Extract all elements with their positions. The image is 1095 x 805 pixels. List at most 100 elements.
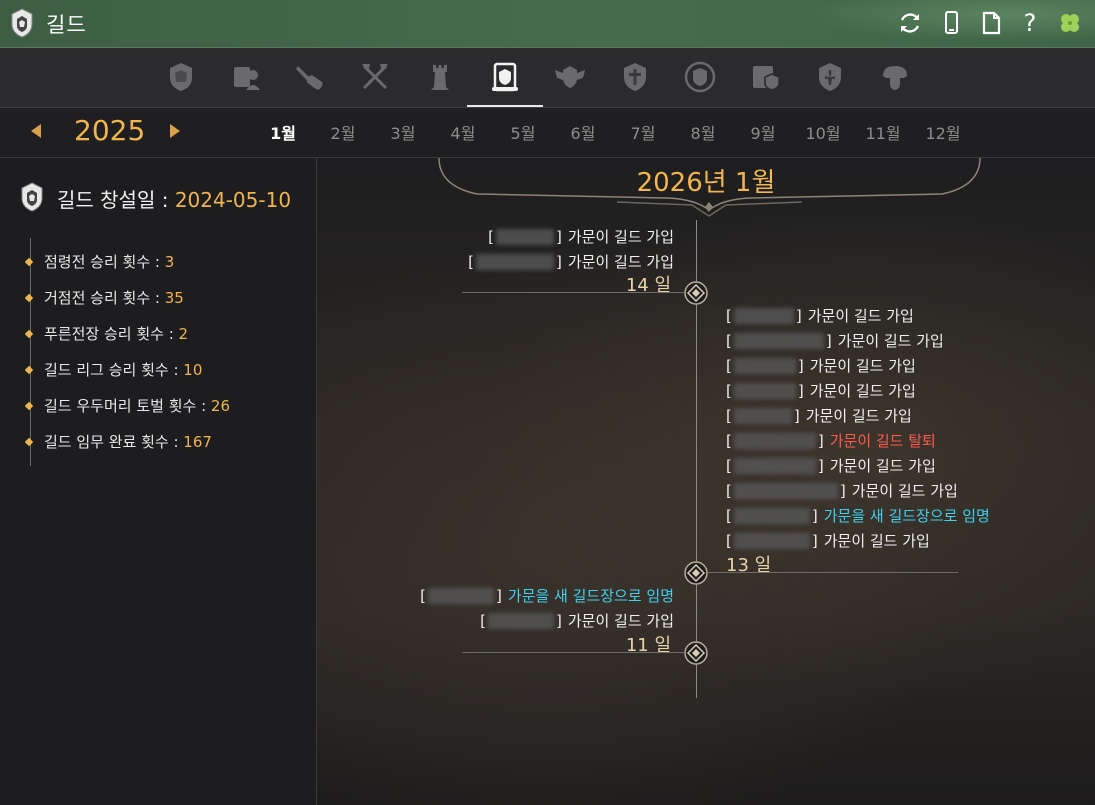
- category-tab-bar: [0, 48, 1095, 108]
- help-button[interactable]: ?: [1016, 9, 1044, 37]
- refresh-button[interactable]: [896, 9, 924, 37]
- bracket: [: [726, 381, 732, 400]
- bracket: ]: [556, 227, 562, 246]
- history-entry: [] 가문을 새 길드장으로 임명: [420, 585, 674, 606]
- guild-stat-label: 푸른전장 승리 횟수 :: [44, 325, 179, 343]
- window-title: 길드: [46, 13, 87, 37]
- month-tab-3[interactable]: 3월: [373, 120, 433, 144]
- timeline-day-divider: [462, 292, 684, 293]
- year-label: 2025: [74, 114, 146, 147]
- document-button[interactable]: [977, 9, 1005, 37]
- next-year-button[interactable]: [170, 124, 180, 138]
- bullet-icon: [24, 329, 34, 339]
- month-tab-6[interactable]: 6월: [553, 120, 613, 144]
- tab-boss[interactable]: [870, 54, 920, 100]
- mobile-button[interactable]: [937, 9, 965, 37]
- history-entry: [] 가문이 길드 가입: [726, 355, 916, 376]
- guild-stat-item: 길드 리그 승리 횟수 : 10: [24, 359, 203, 380]
- history-entry-text: 가문이 길드 가입: [567, 612, 674, 630]
- previous-year-button[interactable]: [31, 124, 41, 138]
- bracket: [: [726, 331, 732, 350]
- guild-emblem-icon: [21, 182, 43, 212]
- redacted-family-name: [733, 382, 796, 399]
- bracket: [: [726, 306, 732, 325]
- month-tab-2[interactable]: 2월: [313, 120, 373, 144]
- history-entry: [] 가문이 길드 가입: [726, 405, 912, 426]
- scroll-crest-icon: [492, 62, 518, 92]
- history-entry: [] 가문이 길드 가입: [726, 330, 944, 351]
- history-entry-text: 가문을 새 길드장으로 임명: [823, 507, 990, 525]
- scroll-person-icon: [234, 67, 260, 90]
- guild-stat-item: 점령전 승리 횟수 : 3: [24, 251, 175, 272]
- tab-quests[interactable]: [285, 54, 335, 100]
- bracket: [: [726, 406, 732, 425]
- winged-crest-icon: [555, 66, 585, 88]
- guild-stat-value: 10: [183, 361, 203, 379]
- bracket: [: [420, 586, 427, 605]
- history-entry-text: 가문이 길드 가입: [823, 532, 930, 550]
- history-entry: [] 가문이 길드 가입: [726, 380, 916, 401]
- month-tab-8[interactable]: 8월: [673, 120, 733, 144]
- guild-founded: 길드 창설일 : 2024-05-10: [57, 184, 291, 213]
- clover-button[interactable]: [1056, 9, 1084, 37]
- bracket: ]: [556, 611, 562, 630]
- bracket: [: [726, 481, 732, 500]
- tab-alliance[interactable]: [545, 54, 595, 100]
- guild-founded-label: 길드 창설일 :: [57, 188, 175, 212]
- history-entry-text: 가문이 길드 가입: [809, 357, 916, 375]
- bullet-icon: [24, 437, 34, 447]
- tab-war[interactable]: [350, 54, 400, 100]
- month-tab-10[interactable]: 10월: [793, 120, 853, 144]
- guild-stat-item: 길드 임무 완료 횟수 : 167: [24, 431, 212, 452]
- bracket: [: [480, 611, 486, 630]
- bracket: ]: [811, 506, 818, 525]
- month-tab-4[interactable]: 4월: [433, 120, 493, 144]
- month-tab-9[interactable]: 9월: [733, 120, 793, 144]
- bracket: [: [726, 356, 732, 375]
- redacted-family-name: [733, 457, 816, 474]
- redacted-family-name: [496, 228, 554, 245]
- redacted-family-name: [476, 253, 554, 270]
- bracket: ]: [811, 531, 818, 550]
- guild-stat-value: 2: [178, 325, 189, 343]
- bracket: [: [726, 531, 732, 550]
- bracket: [: [726, 506, 732, 525]
- month-tab-12[interactable]: 12월: [913, 120, 973, 144]
- helmet-crest-icon: [883, 66, 907, 90]
- month-tab-1[interactable]: 1월: [253, 120, 313, 144]
- guild-stat-item: 푸른전장 승리 횟수 : 2: [24, 323, 189, 344]
- guild-stat-item: 길드 우두머리 토벌 횟수 : 26: [24, 395, 230, 416]
- history-entry: [] 가문이 길드 가입: [726, 530, 930, 551]
- bullet-icon: [24, 257, 34, 267]
- guild-stat-label: 거점전 승리 횟수 :: [44, 289, 165, 307]
- phone-icon: [945, 11, 958, 34]
- guild-crest-icon: [170, 63, 192, 91]
- history-entry: [] 가문이 길드 가입: [726, 455, 936, 476]
- title-bar: 길드 ?: [0, 0, 1095, 48]
- tab-ranking[interactable]: [675, 54, 725, 100]
- tab-defense[interactable]: [610, 54, 660, 100]
- guild-stat-value: 3: [164, 253, 175, 271]
- month-tab-11[interactable]: 11월: [853, 120, 913, 144]
- title-bar-decoration: [765, 0, 1095, 47]
- month-tab-7[interactable]: 7월: [613, 120, 673, 144]
- tab-guild-history[interactable]: [467, 54, 543, 107]
- month-tab-5[interactable]: 5월: [493, 120, 553, 144]
- bracket: ]: [793, 406, 800, 425]
- tab-node-war[interactable]: [415, 54, 465, 100]
- redacted-family-name: [733, 507, 810, 524]
- tab-guild-info[interactable]: [156, 54, 206, 100]
- tab-records[interactable]: [740, 54, 790, 100]
- bracket: ]: [817, 431, 824, 450]
- guild-stat-value: 35: [164, 289, 184, 307]
- guild-emblem-icon: [11, 8, 33, 38]
- redacted-family-name: [488, 612, 554, 629]
- tab-members[interactable]: [220, 54, 270, 100]
- fleur-shield-icon: [819, 63, 841, 91]
- scroll-document-icon: [753, 66, 780, 91]
- redacted-family-name: [733, 482, 838, 499]
- history-entry-text: 가문이 길드 가입: [807, 307, 914, 325]
- tab-territory[interactable]: [805, 54, 855, 100]
- bracket: [: [726, 456, 732, 475]
- guild-stat-value: 26: [210, 397, 230, 415]
